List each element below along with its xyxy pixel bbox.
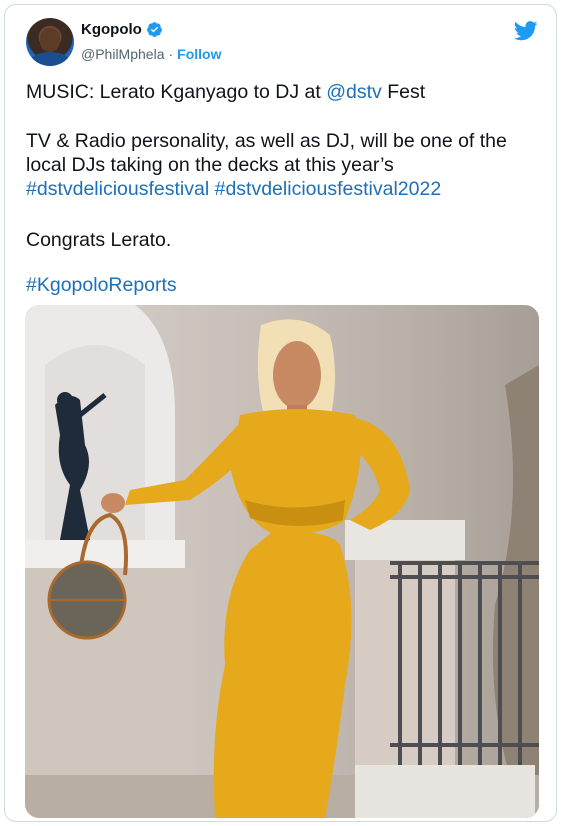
author-name-row: Kgopolo	[81, 21, 163, 38]
avatar-shirt	[30, 52, 70, 66]
tweet-congrats: Congrats Lerato.	[26, 229, 172, 251]
wall-ledge	[25, 540, 185, 568]
tweet-para2-line1: TV & Radio personality, as well as DJ, w…	[26, 130, 507, 152]
twitter-bird-icon[interactable]	[514, 21, 538, 41]
hashtag-dstvdeliciousfestival-link[interactable]: #dstvdeliciousfestival	[26, 178, 209, 200]
avatar-face	[40, 28, 60, 52]
mention-dstv-link[interactable]: @dstv	[326, 81, 382, 103]
hashtag-kgopoloreports-link[interactable]: #KgopoloReports	[26, 274, 177, 296]
hashtag-line: #dstvdeliciousfestival #dstvdeliciousfes…	[26, 177, 541, 201]
tweet-text-fest: Fest	[381, 81, 426, 103]
tweet-text-music: MUSIC: Lerato Kganyago to DJ at	[26, 81, 327, 103]
face	[273, 341, 321, 409]
verified-badge-icon	[146, 22, 162, 37]
follow-button[interactable]: Follow	[177, 46, 221, 62]
handle-separator: ·	[168, 46, 174, 62]
hand	[101, 493, 125, 513]
author-avatar[interactable]	[26, 18, 74, 66]
hashtag-dstvdeliciousfestival2022-link[interactable]: #dstvdeliciousfestival2022	[215, 178, 442, 200]
tweet-line-1: MUSIC: Lerato Kganyago to DJ at @dstv Fe…	[26, 80, 541, 104]
step	[355, 765, 535, 818]
tweet-photo[interactable]	[25, 305, 539, 818]
tweet-hashtag-reports: #KgopoloReports	[26, 273, 541, 297]
author-handle[interactable]: @PhilMphela	[81, 46, 164, 62]
photo-illustration	[25, 305, 539, 818]
author-handle-row: @PhilMphela · Follow	[81, 46, 221, 62]
tweet-para2-line2: local DJs taking on the decks at this ye…	[26, 154, 394, 176]
tweet-paragraph-2: TV & Radio personality, as well as DJ, w…	[26, 129, 541, 201]
author-name[interactable]: Kgopolo	[81, 21, 142, 38]
